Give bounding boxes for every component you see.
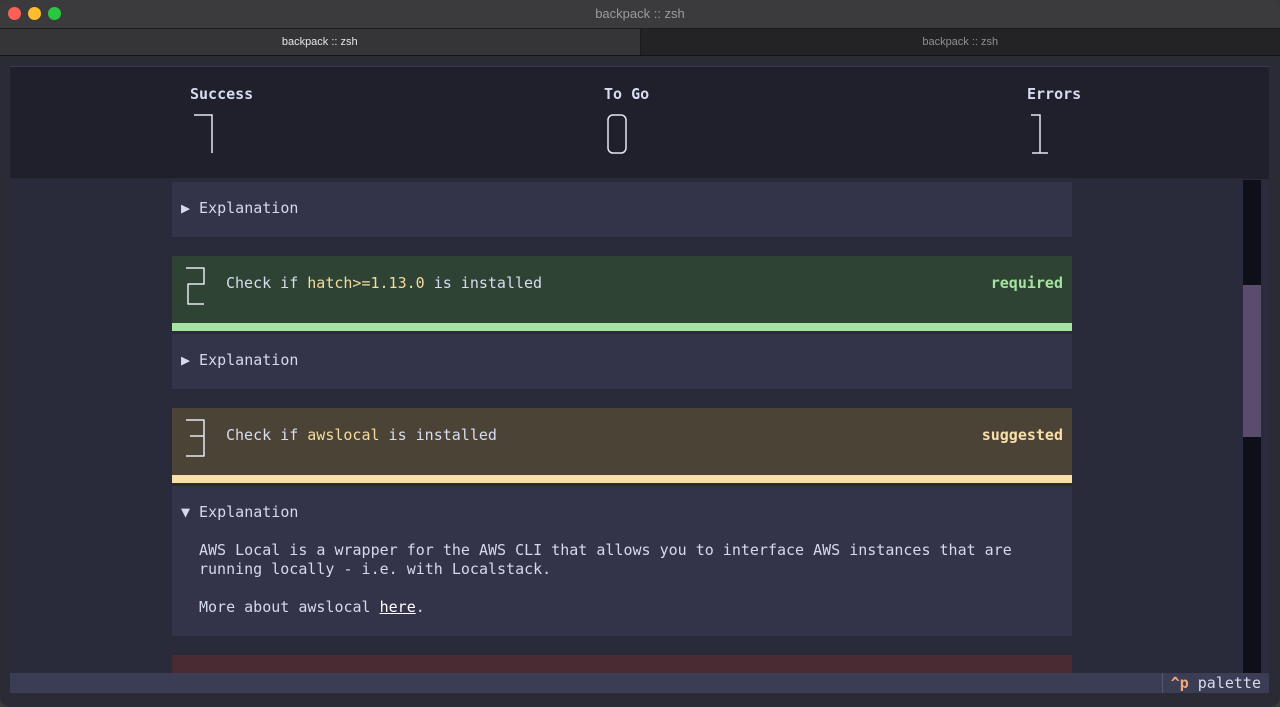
awslocal-link[interactable]: here	[380, 598, 416, 616]
scrollbar[interactable]	[1243, 180, 1261, 673]
tab-bar: backpack :: zsh backpack :: zsh	[0, 29, 1280, 56]
success-stat: Success	[190, 85, 254, 153]
errors-label: Errors	[1027, 85, 1082, 103]
to-go-value-digit-0	[607, 114, 627, 154]
terminal-pane: Success To Go Errors ▶ Explanation Check…	[10, 66, 1269, 693]
to-go-label: To Go	[604, 85, 650, 103]
explanation-collapsed-2[interactable]: ▶ Explanation	[172, 334, 1072, 389]
palette-label: palette	[1197, 674, 1261, 692]
stats-header: Success To Go Errors	[10, 66, 1269, 179]
title-bar: backpack :: zsh	[0, 0, 1280, 29]
command-palette-button[interactable]: ^p palette	[1161, 673, 1261, 693]
terminal-window: backpack :: zsh backpack :: zsh backpack…	[0, 0, 1280, 707]
tab-1[interactable]: backpack :: zsh	[0, 29, 641, 56]
status-bar	[172, 323, 1072, 331]
errors-stat: Errors	[1027, 85, 1082, 154]
check-item-awslocal: Check if awslocal is installed suggested	[172, 408, 1072, 483]
scrollbar-thumb[interactable]	[1243, 285, 1261, 437]
to-go-stat: To Go	[604, 85, 650, 154]
footer-bar: ^p palette	[10, 673, 1269, 693]
success-value-digit-7	[194, 114, 213, 153]
success-label: Success	[190, 85, 254, 103]
explanation-toggle[interactable]: ▶ Explanation	[181, 351, 298, 369]
required-badge: required	[990, 274, 1063, 292]
check-number-4	[184, 665, 212, 673]
tab-2[interactable]: backpack :: zsh	[640, 29, 1280, 56]
check-item-next	[172, 655, 1072, 673]
explanation-expanded-3: ▼ Explanation AWS Local is a wrapper for…	[172, 486, 1072, 636]
check-item-hatch: Check if hatch>=1.13.0 is installed requ…	[172, 256, 1072, 331]
explanation-toggle[interactable]: ▶ Explanation	[181, 199, 298, 217]
suggested-badge: suggested	[981, 426, 1063, 444]
window-title: backpack :: zsh	[595, 6, 685, 21]
check-description: Check if awslocal is installed	[226, 426, 497, 444]
explanation-body: AWS Local is a wrapper for the AWS CLI t…	[199, 541, 1012, 616]
check-description: Check if hatch>=1.13.0 is installed	[226, 274, 543, 292]
explanation-collapsed-1[interactable]: ▶ Explanation	[172, 182, 1072, 237]
status-bar	[172, 475, 1072, 483]
check-number-2	[186, 267, 205, 305]
check-number-3	[186, 419, 205, 457]
checks-list[interactable]: ▶ Explanation Check if hatch>=1.13.0 is …	[10, 178, 1242, 673]
palette-shortcut: ^p	[1170, 674, 1189, 692]
errors-value-digit-1	[1031, 114, 1048, 154]
explanation-toggle[interactable]: ▼ Explanation	[181, 503, 298, 521]
